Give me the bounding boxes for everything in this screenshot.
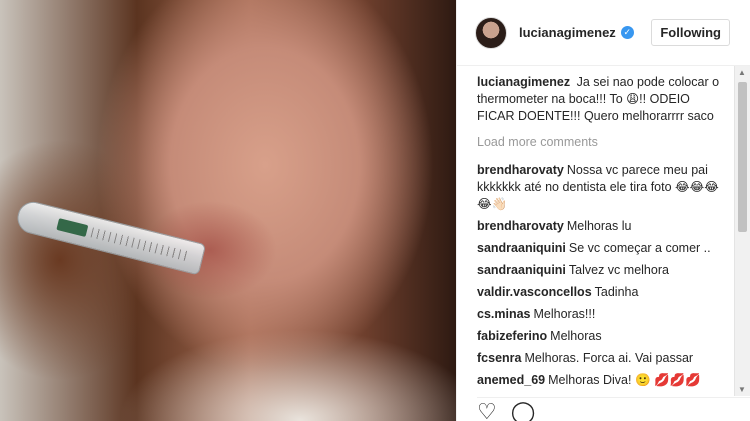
comment-text: Se vc começar a comer ..	[568, 241, 711, 255]
post-photo	[0, 0, 456, 421]
action-bar: ♡ ◯	[477, 397, 750, 421]
comment-text: Melhoras!!!	[533, 307, 596, 321]
comment-text: Melhoras lu	[566, 219, 632, 233]
comment: fcsenra Melhoras. Forca ai. Vai passar	[477, 350, 726, 367]
post-header: lucianagimenez ✓ Following	[457, 0, 750, 66]
post-sidebar: lucianagimenez ✓ Following lucianagimene…	[456, 0, 750, 421]
comment-text: Melhoras. Forca ai. Vai passar	[524, 351, 694, 365]
comments-list: lucianagimenez Ja sei nao pode colocar o…	[477, 74, 726, 394]
heart-icon[interactable]: ♡	[477, 401, 497, 421]
comment: valdir.vasconcellos Tadinha	[477, 284, 726, 301]
caption: lucianagimenez Ja sei nao pode colocar o…	[477, 74, 726, 125]
comment-text: Melhoras Diva! 🙂 💋💋💋	[548, 373, 701, 387]
following-button[interactable]: Following	[651, 19, 730, 46]
comments-scrollbar[interactable]: ▲ ▼	[734, 66, 750, 396]
comment: sandraaniquini Talvez vc melhora	[477, 262, 726, 279]
comment-username[interactable]: brendharovaty	[477, 163, 564, 177]
comment: brendharovaty Nossa vc parece meu pai kkk…	[477, 162, 726, 213]
comment-username[interactable]: sandraaniquini	[477, 241, 566, 255]
comment-text: Tadinha	[594, 285, 639, 299]
comment: fabizeferino Melhoras	[477, 328, 726, 345]
scrollbar-thumb[interactable]	[738, 82, 747, 232]
comment-username[interactable]: valdir.vasconcellos	[477, 285, 592, 299]
comment-text: Talvez vc melhora	[568, 263, 669, 277]
comment-icon[interactable]: ◯	[511, 401, 536, 421]
comment: sandraaniquini Se vc começar a comer ..	[477, 240, 726, 257]
verified-badge-icon: ✓	[620, 26, 634, 39]
comment-username[interactable]: fabizeferino	[477, 329, 547, 343]
comment-username[interactable]: cs.minas	[477, 307, 531, 321]
thermometer-image	[14, 198, 207, 276]
comment-username[interactable]: anemed_69	[477, 373, 545, 387]
comment: cs.minas Melhoras!!!	[477, 306, 726, 323]
comment: brendharovaty Melhoras lu	[477, 218, 726, 235]
comment-username[interactable]: brendharovaty	[477, 219, 564, 233]
comment: anemed_69 Melhoras Diva! 🙂 💋💋💋	[477, 372, 726, 389]
scroll-down-icon[interactable]: ▼	[738, 385, 746, 394]
comment-username[interactable]: fcsenra	[477, 351, 521, 365]
username-link[interactable]: lucianagimenez	[519, 25, 616, 40]
post-view: lucianagimenez ✓ Following lucianagimene…	[0, 0, 750, 421]
comment-username[interactable]: sandraaniquini	[477, 263, 566, 277]
comment-text: Melhoras	[550, 329, 602, 343]
load-more-comments-link[interactable]: Load more comments	[477, 134, 726, 151]
avatar[interactable]	[475, 16, 507, 49]
caption-username[interactable]: lucianagimenez	[477, 75, 570, 89]
scroll-up-icon[interactable]: ▲	[738, 68, 746, 77]
